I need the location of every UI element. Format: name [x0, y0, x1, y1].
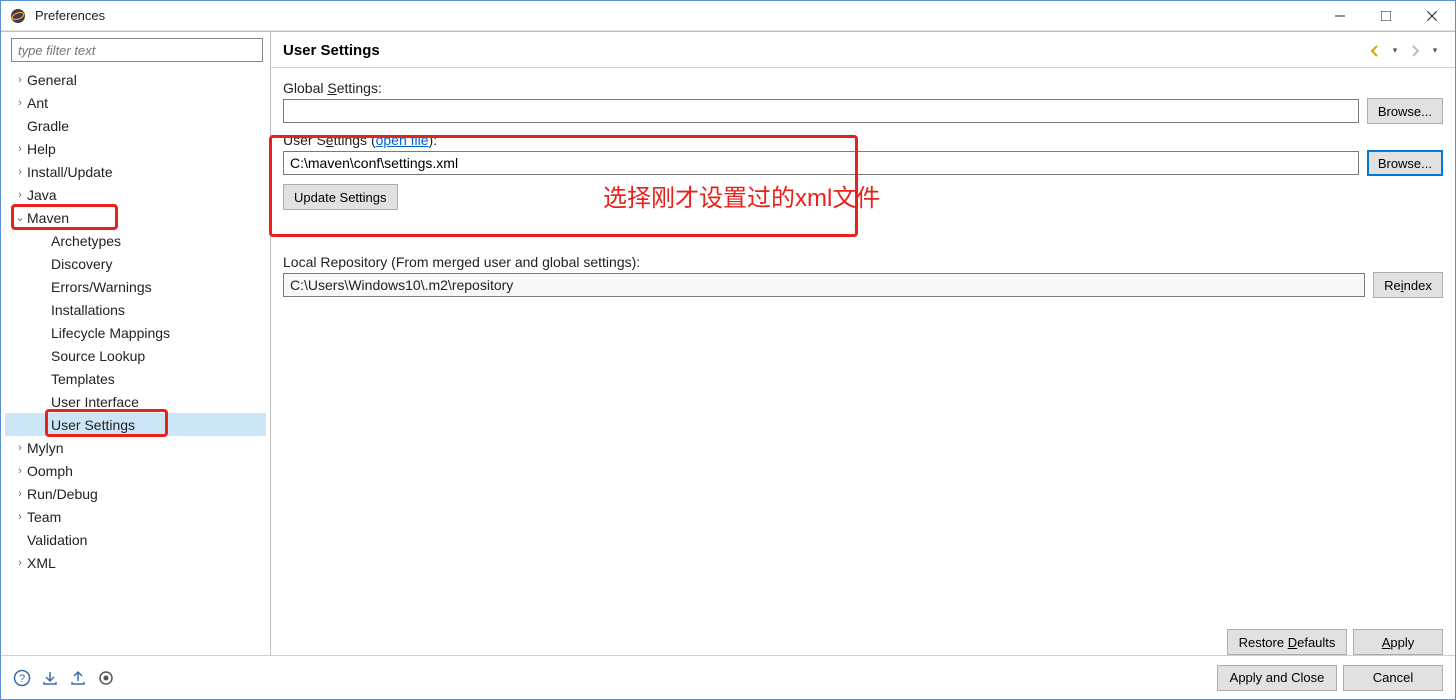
user-settings-input[interactable]	[283, 151, 1359, 175]
help-icon[interactable]: ?	[13, 669, 31, 687]
preferences-tree: ›General ›Ant Gradle ›Help ›Install/Upda…	[5, 68, 266, 574]
nav-forward-dropdown-icon[interactable]: ▾	[1427, 43, 1443, 59]
user-settings-row-wrap: User Settings	[5, 413, 266, 436]
sidebar: ›General ›Ant Gradle ›Help ›Install/Upda…	[1, 32, 271, 655]
nav-back-icon[interactable]	[1367, 43, 1383, 59]
apply-button[interactable]: Apply	[1353, 629, 1443, 655]
tree-item-lifecycle-mappings[interactable]: Lifecycle Mappings	[5, 321, 266, 344]
chevron-right-icon: ›	[13, 442, 27, 454]
nav-back-dropdown-icon[interactable]: ▾	[1387, 43, 1403, 59]
restore-defaults-button[interactable]: Restore Defaults	[1227, 629, 1347, 655]
footer-left-icons: ?	[13, 669, 115, 687]
chevron-right-icon: ›	[13, 143, 27, 155]
tree-item-source-lookup[interactable]: Source Lookup	[5, 344, 266, 367]
chevron-right-icon: ›	[13, 511, 27, 523]
main-panel: User Settings ▾ ▾ Global Settings: Brows…	[271, 32, 1455, 655]
user-browse-button[interactable]: Browse...	[1367, 150, 1443, 176]
tree-item-user-settings[interactable]: User Settings	[5, 413, 266, 436]
tree-item-installations[interactable]: Installations	[5, 298, 266, 321]
record-icon[interactable]	[97, 669, 115, 687]
tree-item-help[interactable]: ›Help	[5, 137, 266, 160]
global-browse-button[interactable]: Browse...	[1367, 98, 1443, 124]
export-icon[interactable]	[69, 669, 87, 687]
tree-item-validation[interactable]: Validation	[5, 528, 266, 551]
tree-item-install-update[interactable]: ›Install/Update	[5, 160, 266, 183]
minimize-button[interactable]	[1317, 1, 1363, 31]
tree-item-templates[interactable]: Templates	[5, 367, 266, 390]
tree-item-discovery[interactable]: Discovery	[5, 252, 266, 275]
local-repo-label: Local Repository (From merged user and g…	[283, 254, 1443, 270]
global-settings-input[interactable]	[283, 99, 1359, 123]
main-actions: Restore Defaults Apply	[271, 621, 1455, 655]
tree-item-mylyn[interactable]: ›Mylyn	[5, 436, 266, 459]
local-repo-input[interactable]	[283, 273, 1365, 297]
update-settings-button[interactable]: Update Settings	[283, 184, 398, 210]
page-title: User Settings	[283, 42, 1367, 59]
chevron-right-icon: ›	[13, 189, 27, 201]
tree-item-general[interactable]: ›General	[5, 68, 266, 91]
import-icon[interactable]	[41, 669, 59, 687]
tree-item-gradle[interactable]: Gradle	[5, 114, 266, 137]
window-title: Preferences	[35, 8, 1317, 23]
chevron-right-icon: ›	[13, 557, 27, 569]
update-row: Update Settings	[283, 184, 1443, 210]
content-area: Global Settings: Browse... User Settings…	[271, 68, 1455, 621]
user-settings-label: User Settings (open file):	[283, 132, 1443, 148]
chevron-down-icon: ⌄	[13, 211, 27, 224]
header-nav-icons: ▾ ▾	[1367, 43, 1443, 59]
open-file-link[interactable]: open file	[376, 132, 429, 148]
tree-item-oomph[interactable]: ›Oomph	[5, 459, 266, 482]
footer: ? Apply and Close Cancel	[1, 655, 1455, 699]
window-body: ›General ›Ant Gradle ›Help ›Install/Upda…	[1, 31, 1455, 655]
nav-forward-icon[interactable]	[1407, 43, 1423, 59]
tree-item-team[interactable]: ›Team	[5, 505, 266, 528]
svg-text:?: ?	[19, 673, 25, 685]
titlebar: Preferences	[1, 1, 1455, 31]
tree-item-archetypes[interactable]: Archetypes	[5, 229, 266, 252]
cancel-button[interactable]: Cancel	[1343, 665, 1443, 691]
close-button[interactable]	[1409, 1, 1455, 31]
filter-input[interactable]	[11, 38, 263, 62]
tree-item-maven[interactable]: ⌄Maven	[5, 206, 266, 229]
chevron-right-icon: ›	[13, 166, 27, 178]
chevron-right-icon: ›	[13, 74, 27, 86]
apply-and-close-button[interactable]: Apply and Close	[1217, 665, 1337, 691]
tree-item-user-interface[interactable]: User Interface	[5, 390, 266, 413]
tree-item-run-debug[interactable]: ›Run/Debug	[5, 482, 266, 505]
chevron-right-icon: ›	[13, 465, 27, 477]
user-settings-row: Browse...	[283, 150, 1443, 176]
tree-item-xml[interactable]: ›XML	[5, 551, 266, 574]
tree-item-java[interactable]: ›Java	[5, 183, 266, 206]
tree-item-ant[interactable]: ›Ant	[5, 91, 266, 114]
preferences-window: Preferences ›General ›Ant Gradle ›Help ›…	[0, 0, 1456, 700]
global-settings-label: Global Settings:	[283, 80, 1443, 96]
tree-item-errors-warnings[interactable]: Errors/Warnings	[5, 275, 266, 298]
chevron-right-icon: ›	[13, 488, 27, 500]
local-repo-row: Reindex	[283, 272, 1443, 298]
maximize-button[interactable]	[1363, 1, 1409, 31]
maven-row-wrap: ⌄Maven	[5, 206, 266, 229]
global-settings-row: Browse...	[283, 98, 1443, 124]
reindex-button[interactable]: Reindex	[1373, 272, 1443, 298]
chevron-right-icon: ›	[13, 97, 27, 109]
main-header: User Settings ▾ ▾	[271, 34, 1455, 68]
eclipse-icon	[9, 7, 27, 25]
